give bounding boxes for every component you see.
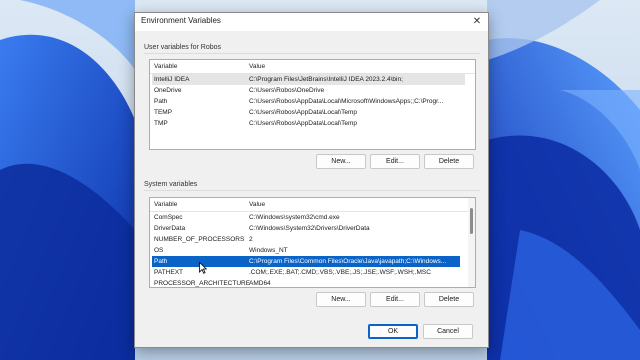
scrollbar-thumb[interactable]	[470, 208, 473, 234]
variable-value: C:\Users\Robos\AppData\Local\Microsoft\W…	[249, 97, 444, 105]
user-new-button[interactable]: New...	[316, 154, 366, 169]
variable-value: 2	[249, 235, 253, 243]
system-variables-label: System variables	[144, 181, 198, 188]
column-header-variable[interactable]: Variable	[154, 63, 177, 70]
mouse-pointer-icon	[199, 262, 207, 274]
variable-name: TEMP	[154, 108, 173, 116]
user-variable-row[interactable]: TEMP C:\Users\Robos\AppData\Local\Temp	[152, 107, 465, 118]
user-variable-row[interactable]: Path C:\Users\Robos\AppData\Local\Micros…	[152, 96, 465, 107]
user-variables-divider	[144, 53, 480, 54]
variable-name: ComSpec	[154, 213, 183, 221]
variable-value: Windows_NT	[249, 246, 288, 254]
variable-value: C:\Users\Robos\AppData\Local\Temp	[249, 119, 358, 127]
variable-name: PATHEXT	[154, 268, 184, 276]
user-variables-list[interactable]: Variable Value IntelliJ IDEA C:\Program …	[149, 59, 476, 150]
variable-value: C:\Windows\system32\cmd.exe	[249, 213, 340, 221]
system-new-button[interactable]: New...	[316, 292, 366, 307]
user-variable-row[interactable]: IntelliJ IDEA C:\Program Files\JetBrains…	[152, 74, 465, 85]
system-variable-row[interactable]: OS Windows_NT	[152, 245, 460, 256]
system-delete-button[interactable]: Delete	[424, 292, 474, 307]
variable-name: TMP	[154, 119, 168, 127]
variable-name: DriverData	[154, 224, 186, 232]
variable-value: C:\Program Files\JetBrains\IntelliJ IDEA…	[249, 75, 403, 83]
variable-name: OneDrive	[154, 86, 182, 94]
variable-value: AMD64	[249, 279, 271, 287]
variable-name: Path	[154, 97, 168, 105]
variable-name: IntelliJ IDEA	[154, 75, 190, 83]
system-variables-scrollbar[interactable]	[468, 198, 475, 287]
variable-value: C:\Windows\System32\Drivers\DriverData	[249, 224, 370, 232]
column-header-variable[interactable]: Variable	[154, 201, 177, 208]
user-edit-button[interactable]: Edit...	[370, 154, 420, 169]
variable-value: .COM;.EXE;.BAT;.CMD;.VBS;.VBE;.JS;.JSE;.…	[249, 268, 431, 276]
user-variable-row[interactable]: TMP C:\Users\Robos\AppData\Local\Temp	[152, 118, 465, 129]
user-variables-label: User variables for Robos	[144, 44, 222, 51]
variable-name: PROCESSOR_ARCHITECTURE	[154, 279, 251, 287]
ok-button[interactable]: OK	[368, 324, 418, 339]
variable-name: NUMBER_OF_PROCESSORS	[154, 235, 245, 243]
title-bar[interactable]: Environment Variables ✕	[135, 13, 488, 31]
close-icon[interactable]: ✕	[466, 13, 488, 31]
variable-value: C:\Program Files\Common Files\Oracle\Jav…	[249, 257, 447, 265]
variable-value: C:\Users\Robos\AppData\Local\Temp	[249, 108, 358, 116]
variable-value: C:\Users\Robos\OneDrive	[249, 86, 325, 94]
user-delete-button[interactable]: Delete	[424, 154, 474, 169]
variable-name: Path	[154, 257, 168, 265]
column-header-value[interactable]: Value	[249, 63, 265, 70]
system-variable-row[interactable]: PROCESSOR_ARCHITECTURE AMD64	[152, 278, 460, 287]
system-variables-divider	[144, 190, 480, 191]
environment-variables-dialog: Environment Variables ✕ User variables f…	[134, 12, 489, 348]
user-variable-row[interactable]: OneDrive C:\Users\Robos\OneDrive	[152, 85, 465, 96]
system-variable-row[interactable]: DriverData C:\Windows\System32\Drivers\D…	[152, 223, 460, 234]
cancel-button[interactable]: Cancel	[423, 324, 473, 339]
window-title: Environment Variables	[141, 16, 221, 25]
column-header-value[interactable]: Value	[249, 201, 265, 208]
system-variable-row[interactable]: ComSpec C:\Windows\system32\cmd.exe	[152, 212, 460, 223]
system-variables-list[interactable]: Variable Value ComSpec C:\Windows\system…	[149, 197, 476, 288]
system-variables-header: Variable Value	[150, 198, 468, 212]
user-variables-header: Variable Value	[150, 60, 475, 74]
variable-name: OS	[154, 246, 164, 254]
system-variable-row[interactable]: NUMBER_OF_PROCESSORS 2	[152, 234, 460, 245]
system-edit-button[interactable]: Edit...	[370, 292, 420, 307]
